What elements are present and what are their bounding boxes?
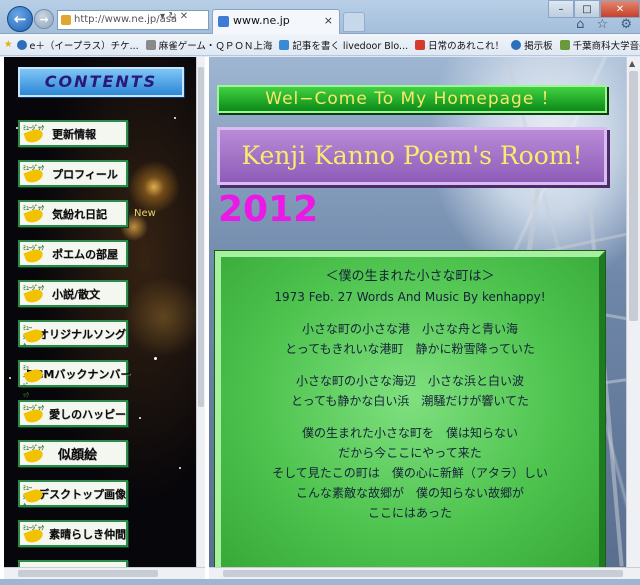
content-frame: Wel−Come To My Homepage ！ Kenji Kanno Po… [209, 57, 626, 567]
menu-item-bgm-backnumber[interactable]: ﾐｭｰｼﾞｯｸ BGMバックナンバー [18, 360, 131, 399]
navigation-frame: CONTENTS ﾐｭｰｼﾞｯｸ 更新情報 ﾐｭｰｼﾞｯｸ プロフィール ﾐｭｰ… [4, 57, 196, 567]
menu-item-label: デスクトップ画像 [38, 487, 126, 501]
tab-active[interactable]: www.ne.jp × [212, 9, 340, 34]
close-window-button[interactable]: ✕ [600, 0, 640, 18]
menu-item-desktop-images[interactable]: ﾐｭｰｼﾞｯｸ デスクトップ画像 [18, 480, 128, 510]
g-icon [415, 39, 426, 50]
blog-icon [279, 39, 290, 50]
poem-line: 小さな町の小さな港 小さな舟と青い海 [301, 322, 518, 336]
scroll-up-icon[interactable]: ▲ [629, 59, 635, 68]
page-icon [145, 39, 156, 50]
favorite-link-5[interactable]: 掲示板 [511, 38, 553, 52]
scrollbar-thumb[interactable] [198, 67, 204, 407]
favorite-link-6[interactable]: 千葉商科大学音楽部OB... [559, 38, 640, 52]
favorite-link-2[interactable]: 麻雀ゲーム・ＱＰＯＮ上海 [145, 38, 272, 52]
music-note-icon: ﾐｭｰｼﾞｯｸ [22, 243, 48, 265]
page-viewport: CONTENTS ﾐｭｰｼﾞｯｸ 更新情報 ﾐｭｰｼﾞｯｸ プロフィール ﾐｭｰ… [0, 57, 640, 585]
poem-credit: 1973 Feb. 27 Words And Music By kenhappy… [274, 290, 546, 304]
minimize-button[interactable]: – [548, 0, 574, 18]
music-note-icon: ﾐｭｰｼﾞｯｸ [22, 283, 48, 305]
forward-arrow-icon: → [39, 12, 49, 26]
poem-line: こんな素敵な故郷が 僕の知らない故郷が [295, 486, 524, 500]
menu-item-portraits[interactable]: ﾐｭｰｼﾞｯｸ 似顔絵 [18, 440, 128, 467]
menu-item-label: 更新情報 [52, 127, 96, 141]
scrollbar-thumb[interactable] [223, 570, 623, 577]
contents-header: CONTENTS [18, 67, 184, 97]
maximize-button[interactable]: □ [574, 0, 600, 18]
window-bottom-edge [0, 579, 640, 585]
menu-item-label: 素晴らしき仲間 [49, 527, 126, 541]
menu-item-label: 愛しのハッピー [49, 407, 126, 421]
menu-item-diary[interactable]: ﾐｭｰｼﾞｯｸ 気紛れ日記 [18, 200, 128, 227]
menu-item-novels[interactable]: ﾐｭｰｼﾞｯｸ 小説/散文 [18, 280, 128, 307]
content-frame-hscrollbar[interactable] [209, 567, 640, 579]
menu-item-original-songs[interactable]: ﾐｭｰｼﾞｯｸ オリジナルソング [18, 320, 128, 350]
new-badge: New [134, 208, 156, 219]
toolbar-icons[interactable]: ⌂ ☆ ⚙ [576, 17, 636, 32]
menu-item-label: プロフィール [52, 167, 118, 181]
favorite-link-3[interactable]: 記事を書く livedoor Blo... [279, 38, 408, 52]
music-note-icon: ﾐｭｰｼﾞｯｸ [22, 523, 45, 545]
browser-titlebar: ← → http://www.ne.jp/asa ▾ ↻ ✕ www.ne.jp… [0, 0, 640, 34]
menu-item-label: 気紛れ日記 [52, 207, 107, 221]
star-decoration [154, 357, 157, 360]
poem-line: ここにはあった [367, 506, 452, 520]
poem-line: だから今ここにやって来た [338, 446, 482, 460]
favorite-link-4[interactable]: 日常のあれこれ！ [415, 38, 504, 52]
menu-item-happy[interactable]: ﾐｭｰｼﾞｯｸ 愛しのハッピー [18, 400, 128, 427]
favorites-star-icon[interactable]: ★ [4, 39, 13, 50]
music-note-icon: ﾐｭｰｼﾞｯｸ [22, 123, 48, 145]
address-tools[interactable]: ▾ ↻ ✕ [160, 11, 188, 22]
poem-title: ＜僕の生まれた小さな町は＞ [325, 269, 495, 284]
page-icon [559, 39, 570, 50]
star-decoration [174, 117, 176, 119]
poem-line: とってもきれいな港町 静かに粉雪降っていた [285, 342, 535, 356]
poem-text: ＜僕の生まれた小さな町は＞ 1973 Feb. 27 Words And Mus… [221, 267, 599, 523]
menu-item-label: オリジナルソング [38, 327, 126, 341]
menu-item-label: ポエムの部屋 [52, 247, 118, 261]
year-heading: 2012 [218, 189, 319, 230]
back-button[interactable]: ← [7, 6, 33, 32]
music-note-icon: ﾐｭｰｼﾞｯｸ [22, 323, 45, 350]
new-tab-button[interactable] [343, 12, 365, 32]
forward-button[interactable]: → [34, 9, 54, 29]
poem-line: 僕の生まれた小さな町を 僕は知らない [301, 426, 518, 440]
menu-item-partial[interactable] [18, 560, 128, 567]
page-icon [61, 15, 71, 25]
nav-frame-hscrollbar[interactable] [4, 567, 205, 579]
menu-item-news[interactable]: ﾐｭｰｼﾞｯｸ 更新情報 [18, 120, 128, 147]
favorites-bar: ★ e＋（イープラス）チケ... 麻雀ゲーム・ＱＰＯＮ上海 記事を書く live… [0, 34, 640, 56]
scrollbar-thumb[interactable] [18, 570, 158, 577]
scrollbar-thumb[interactable] [629, 71, 638, 321]
music-note-icon: ﾐｭｰｼﾞｯｸ [22, 163, 48, 185]
favorite-link-1[interactable]: e＋（イープラス）チケ... [16, 38, 139, 52]
music-note-icon: ﾐｭｰｼﾞｯｸ [22, 203, 48, 225]
menu-item-profile[interactable]: ﾐｭｰｼﾞｯｸ プロフィール [18, 160, 128, 187]
music-note-icon: ﾐｭｰｼﾞｯｸ [22, 483, 45, 510]
menu-item-label: 似顔絵 [58, 448, 98, 463]
menu-item-friends[interactable]: ﾐｭｰｼﾞｯｸ 素晴らしき仲間 [18, 520, 128, 547]
poem-panel: ＜僕の生まれた小さな町は＞ 1973 Feb. 27 Words And Mus… [215, 251, 605, 567]
star-decoration [9, 377, 11, 379]
poem-line: とっても静かな白い浜 潮騒だけが響いてた [290, 394, 530, 408]
menu-item-label: 小説/散文 [52, 287, 101, 301]
nav-frame-scrollbar[interactable] [196, 57, 205, 567]
poem-line: 小さな町の小さな海辺 小さな浜と白い波 [295, 374, 524, 388]
tab-close-icon[interactable]: × [324, 10, 333, 32]
poem-line: そして見たこの町は 僕の心に新鮮（アタラ）しい [272, 466, 548, 480]
menu-item-poem-room[interactable]: ﾐｭｰｼﾞｯｸ ポエムの部屋 [18, 240, 128, 267]
star-decoration [139, 417, 141, 419]
page-title-banner: Kenji Kanno Poem's Room! [217, 127, 607, 185]
globe-icon [511, 39, 522, 50]
star-decoration [179, 467, 181, 469]
tab-title: www.ne.jp [233, 14, 290, 27]
music-note-icon: ﾐｭｰｼﾞｯｸ [22, 403, 45, 425]
welcome-banner: Wel−Come To My Homepage ！ [217, 85, 607, 113]
globe-icon [16, 39, 27, 50]
music-note-icon: ﾐｭｰｼﾞｯｸ [22, 443, 48, 465]
content-frame-scrollbar[interactable]: ▲ [626, 57, 640, 567]
site-icon [218, 16, 229, 27]
back-arrow-icon: ← [13, 10, 27, 28]
